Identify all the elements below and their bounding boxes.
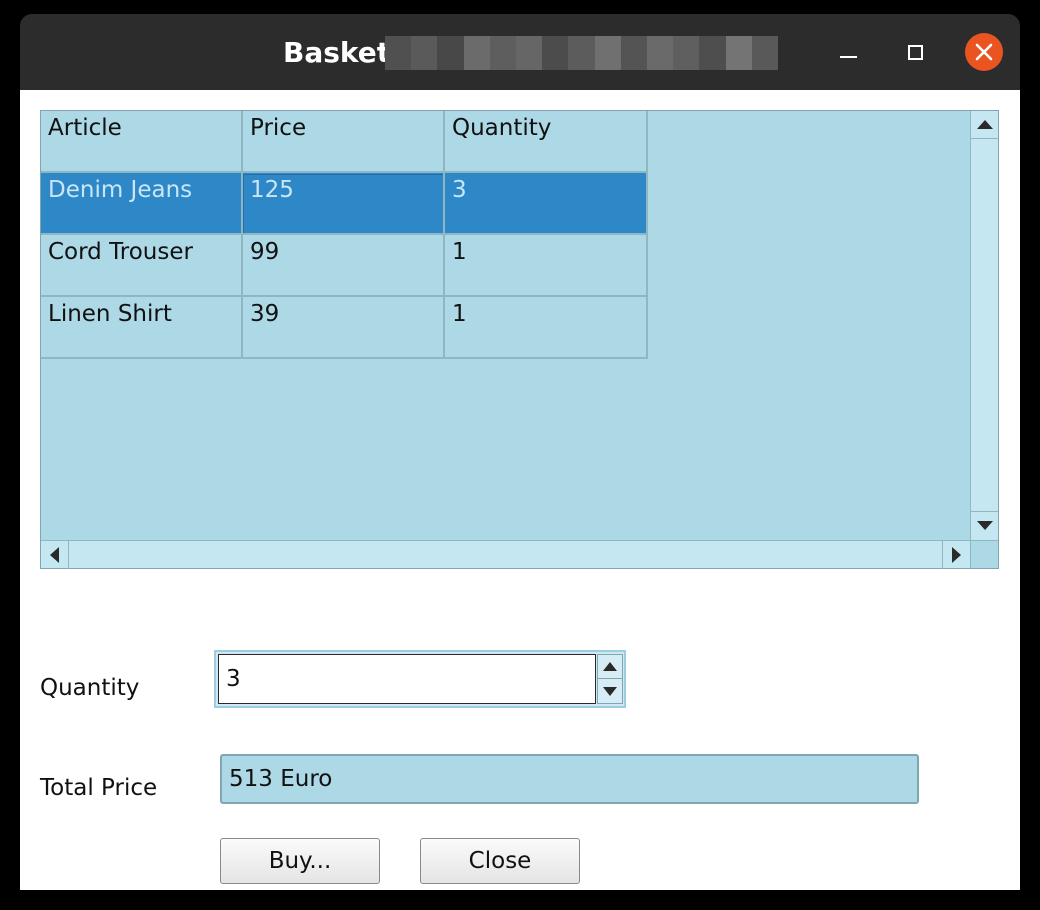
redacted-block: [489, 36, 517, 70]
redacted-block: [751, 36, 779, 70]
total-price-field: 513 Euro: [220, 754, 919, 804]
chevron-down-icon: [977, 521, 993, 530]
scroll-down-button[interactable]: [971, 511, 999, 539]
horizontal-scrollbar[interactable]: [41, 540, 970, 569]
chevron-down-icon: [603, 686, 617, 696]
basket-window: Basket Article Price Quantity Denim Jean…: [20, 14, 1020, 890]
total-price-label: Total Price: [40, 775, 158, 801]
increment-button[interactable]: [598, 655, 622, 679]
redacted-block: [385, 36, 412, 70]
close-window-button[interactable]: [965, 33, 1003, 71]
redacted-block: [594, 36, 621, 70]
close-button[interactable]: Close: [420, 838, 580, 884]
header-price[interactable]: Price: [250, 114, 306, 142]
row-divider: [41, 295, 648, 297]
scrollbar-corner: [970, 540, 998, 568]
window-title: Basket: [283, 36, 391, 69]
minimize-icon: [839, 56, 857, 58]
scroll-up-button[interactable]: [971, 111, 999, 139]
maximize-button[interactable]: [897, 34, 933, 70]
minimize-button[interactable]: [830, 34, 866, 70]
table-cell[interactable]: Denim Jeans: [48, 176, 192, 204]
table-cell[interactable]: 3: [452, 176, 467, 204]
redacted-block: [725, 36, 752, 70]
window-content: Article Price Quantity Denim Jeans 125 3…: [20, 90, 1020, 890]
decrement-button[interactable]: [598, 679, 622, 703]
chevron-up-icon: [603, 662, 617, 671]
column-quantity: [445, 111, 648, 359]
table-cell[interactable]: 99: [250, 238, 279, 266]
buy-button[interactable]: Buy...: [220, 838, 380, 884]
redacted-block: [568, 36, 595, 70]
redacted-block: [516, 36, 543, 70]
table-cell[interactable]: 125: [250, 176, 294, 204]
scroll-left-button[interactable]: [41, 541, 69, 569]
redacted-block: [411, 36, 438, 70]
table-cell[interactable]: Linen Shirt: [48, 300, 172, 328]
redacted-block: [673, 36, 700, 70]
redacted-block: [620, 36, 648, 70]
vertical-scrollbar[interactable]: [970, 111, 999, 540]
redacted-title-region: [385, 36, 779, 70]
table-cell[interactable]: Cord Trouser: [48, 238, 193, 266]
redacted-block: [699, 36, 726, 70]
spinner-buttons: [597, 654, 623, 704]
chevron-up-icon: [977, 120, 993, 129]
quantity-input[interactable]: [218, 654, 596, 704]
table-cell[interactable]: 39: [250, 300, 279, 328]
header-quantity[interactable]: Quantity: [452, 114, 551, 142]
row-divider: [41, 233, 648, 235]
row-divider: [41, 357, 648, 359]
row-divider: [41, 171, 648, 173]
redacted-block: [542, 36, 569, 70]
basket-table[interactable]: Article Price Quantity Denim Jeans 125 3…: [40, 110, 999, 569]
chevron-right-icon: [952, 547, 961, 563]
redacted-block: [437, 36, 464, 70]
table-cell[interactable]: 1: [452, 238, 467, 266]
scroll-right-button[interactable]: [942, 541, 970, 569]
maximize-icon: [907, 44, 923, 60]
header-article[interactable]: Article: [48, 114, 122, 142]
redacted-block: [647, 36, 674, 70]
chevron-left-icon: [50, 547, 59, 563]
close-icon: [975, 43, 993, 61]
title-bar[interactable]: Basket: [20, 14, 1020, 90]
quantity-label: Quantity: [40, 675, 140, 701]
table-cell[interactable]: 1: [452, 300, 467, 328]
redacted-block: [463, 36, 490, 70]
quantity-spinner[interactable]: [214, 650, 626, 708]
